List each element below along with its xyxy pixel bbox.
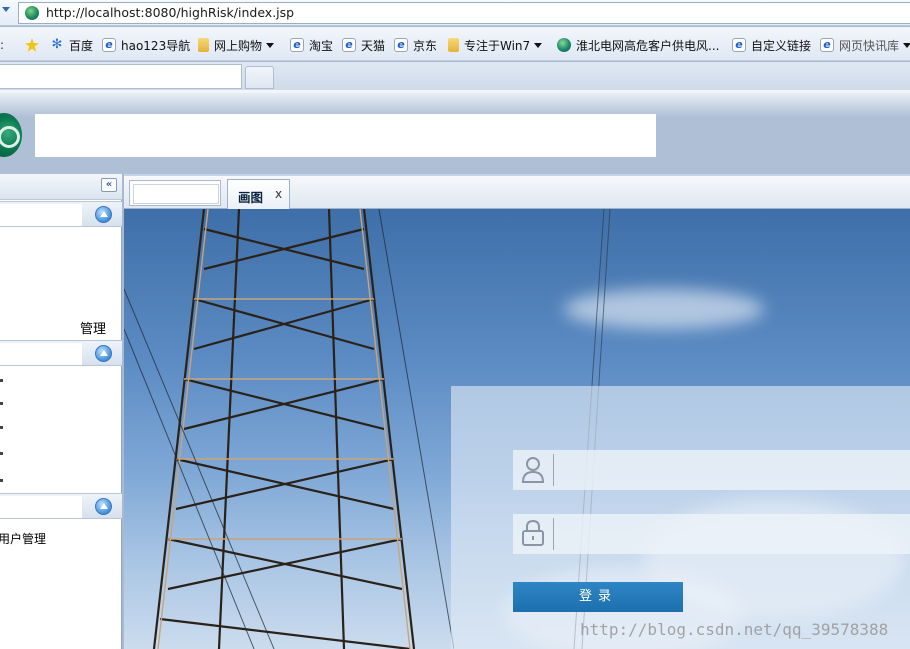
fav-item-custom-links[interactable]: e 自定义链接	[732, 36, 811, 54]
accordion-header-2[interactable]	[0, 340, 122, 366]
header-title-box	[35, 114, 656, 157]
ie-page-icon: e	[290, 38, 304, 52]
content-tab-bar: 画图 x	[124, 174, 910, 210]
accordion-header-1[interactable]	[0, 201, 122, 227]
chevron-down-icon	[903, 42, 910, 48]
favorites-label-fragment[interactable]: :	[0, 36, 4, 54]
login-page: 登录	[124, 209, 910, 649]
back-dropdown-icon[interactable]	[2, 7, 10, 12]
fav-item-taobao[interactable]: e 淘宝	[290, 36, 333, 54]
tab-drawing[interactable]: 画图 x	[227, 179, 290, 210]
chevron-down-icon	[534, 42, 543, 48]
login-panel: 登录	[451, 386, 910, 649]
accordion-header-3[interactable]	[0, 493, 122, 519]
username-field[interactable]	[513, 450, 910, 490]
close-icon[interactable]: x	[275, 187, 282, 201]
browser-tab-active[interactable]	[0, 64, 242, 89]
lock-icon	[522, 519, 544, 546]
paw-icon: ✻	[51, 37, 63, 52]
login-button[interactable]: 登录	[513, 582, 683, 612]
fav-item-win7[interactable]: 专注于Win7	[448, 36, 543, 54]
fav-item-shopping[interactable]: 网上购物	[198, 36, 275, 54]
collapse-panel-button[interactable]: «	[101, 178, 117, 192]
folder-icon	[448, 38, 459, 52]
accordion-toggle-icon[interactable]	[95, 206, 112, 223]
address-bar: http://localhost:8080/highRisk/index.jsp	[0, 0, 910, 26]
company-logo	[0, 113, 22, 157]
favorites-bar: : ✻ 百度 e hao123导航 网上购物 e 淘宝 e 天猫 e 京东 专注…	[0, 27, 910, 61]
left-nav-panel: « 管理 用户管理	[0, 174, 122, 649]
ie-page-icon: e	[820, 38, 834, 52]
site-globe-icon	[25, 6, 39, 20]
ie-page-icon: e	[342, 38, 356, 52]
new-tab-button[interactable]	[245, 66, 274, 89]
fav-item-baidu[interactable]: ✻ 百度	[50, 36, 93, 54]
left-panel-toolbar: «	[0, 174, 122, 200]
tab-drawing-label: 画图	[238, 190, 264, 205]
menu-item-user-manage[interactable]: 用户管理	[0, 530, 46, 547]
password-field[interactable]	[513, 514, 910, 554]
ie-page-icon: e	[102, 38, 116, 52]
fav-item-web-slices[interactable]: e 网页快讯库	[820, 36, 910, 54]
folder-icon	[198, 38, 209, 52]
power-tower-image	[124, 209, 454, 649]
user-icon	[521, 457, 545, 483]
browser-tab-strip	[0, 62, 910, 90]
app-header	[0, 90, 910, 174]
ie-page-icon: e	[394, 38, 408, 52]
globe-icon	[557, 38, 571, 52]
url-text: http://localhost:8080/highRisk/index.jsp	[46, 5, 295, 20]
menu-item-manage[interactable]: 管理	[80, 318, 106, 337]
fav-item-tmall[interactable]: e 天猫	[342, 36, 385, 54]
fav-item-huaibei[interactable]: 淮北电网高危客户供电风...	[557, 36, 719, 54]
fav-item-hao123[interactable]: e hao123导航	[102, 36, 190, 54]
watermark: http://blog.csdn.net/qq_39578388	[580, 620, 889, 639]
accordion-toggle-icon[interactable]	[95, 498, 112, 515]
fav-item-jd[interactable]: e 京东	[394, 36, 437, 54]
url-field[interactable]: http://localhost:8080/highRisk/index.jsp	[18, 2, 910, 24]
ie-page-icon: e	[732, 38, 746, 52]
chevron-down-icon	[266, 42, 275, 48]
favorites-star-icon[interactable]	[25, 36, 44, 54]
accordion-toggle-icon[interactable]	[95, 345, 112, 362]
tab-home[interactable]	[129, 180, 221, 206]
